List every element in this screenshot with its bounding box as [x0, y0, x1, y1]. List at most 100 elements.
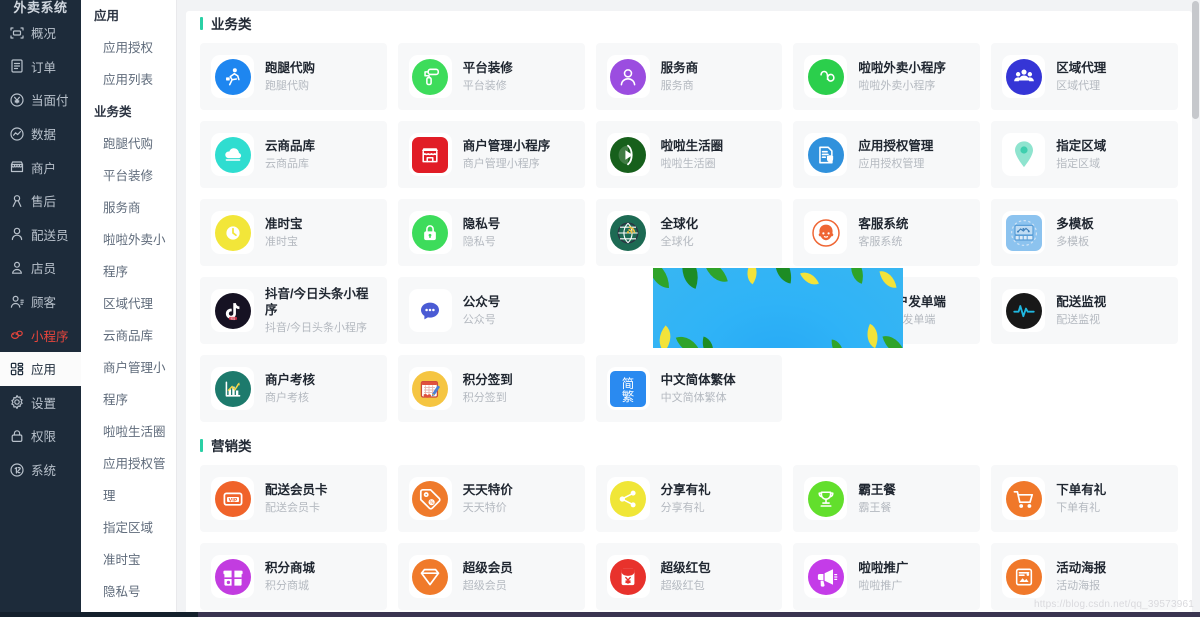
app-card[interactable]: 超级会员 超级会员 [397, 543, 585, 610]
banner-leaf-decoration [861, 323, 884, 348]
app-card-text: 应用授权管理 应用授权管理 [858, 138, 933, 171]
app-card-title: 平台装修 [462, 61, 513, 75]
app-card-title: 天天特价 [462, 483, 513, 497]
app-card-text: 超级会员 超级会员 [463, 560, 513, 593]
app-card[interactable]: 客服系统 客服系统 [793, 199, 981, 266]
secondary-nav-item[interactable]: 应用授权管理 [81, 448, 176, 512]
app-card[interactable]: VIP 配送会员卡 配送会员卡 [200, 465, 387, 532]
discount-tag-icon: % [412, 480, 449, 517]
app-card-subtitle: 云商品库 [265, 158, 309, 170]
app-card[interactable]: 啦啦外卖小程序 啦啦外卖小程序 [793, 43, 981, 110]
app-card-subtitle: 超级会员 [462, 580, 507, 592]
banner-leaf-decoration [704, 268, 728, 286]
secondary-nav-item[interactable]: 云商品库 [81, 320, 176, 352]
app-card-title: 霸王餐 [858, 483, 896, 497]
app-card[interactable]: 商户管理小程序 商户管理小程序 [397, 121, 585, 188]
app-card-subtitle: 隐私号 [462, 236, 496, 248]
app-card[interactable]: 啦啦生活圈 啦啦生活圈 [595, 121, 783, 188]
secondary-nav-item[interactable]: 指定区域 [81, 512, 176, 544]
nav-item-7[interactable]: 店员 [0, 251, 81, 285]
app-card[interactable]: 抖音 抖音/今日头条小程序 抖音/今日头条小程序 [200, 277, 387, 344]
app-card-subtitle: 下单有礼 [1056, 502, 1101, 514]
app-card[interactable]: 积分商城 积分商城 [200, 543, 387, 610]
app-card[interactable]: 超级红包 超级红包 [595, 543, 783, 610]
app-card-subtitle: 配送监视 [1056, 314, 1101, 326]
doc-shield-icon [807, 136, 844, 173]
paint-roller-icon [412, 58, 449, 95]
secondary-nav-item[interactable]: 区域代理 [81, 288, 176, 320]
app-card-text: 霸王餐 霸王餐 [858, 482, 896, 515]
app-card-icon-wrap [408, 211, 452, 254]
secondary-nav-item[interactable]: 啦啦外卖小程序 [81, 224, 176, 288]
banner-leaf-decoration [800, 268, 819, 289]
app-card[interactable]: 下单有礼 下单有礼 [991, 465, 1178, 532]
app-card-icon-wrap [1002, 211, 1046, 254]
padlock-icon [412, 214, 449, 251]
secondary-nav-item[interactable]: 应用授权 [81, 32, 176, 64]
nav-item-10[interactable]: 应用 [0, 351, 81, 386]
app-card-text: 客服系统 客服系统 [858, 216, 908, 249]
app-card[interactable]: 跑腿代购 跑腿代购 [200, 43, 387, 110]
nav-item-9[interactable]: 小程序 [0, 318, 81, 352]
nav-item-3[interactable]: 数据 [0, 117, 81, 151]
secondary-nav-item[interactable]: 啦啦生活圈 [81, 416, 176, 448]
secondary-nav-item[interactable]: 商户管理小程序 [81, 352, 176, 416]
app-card-title: 配送会员卡 [265, 483, 328, 497]
aftersale-icon [9, 193, 25, 209]
nav-item-2[interactable]: 当面付 [0, 83, 81, 117]
nav-item-12[interactable]: 权限 [0, 419, 81, 453]
app-card[interactable]: 多模板 多模板 [991, 199, 1178, 266]
app-card[interactable]: 分享有礼 分享有礼 [595, 465, 783, 532]
app-card-text: 商户管理小程序 商户管理小程序 [463, 138, 551, 171]
app-card[interactable]: 简繁中文简体繁体 中文简体繁体 [595, 355, 783, 422]
nav-item-11[interactable]: 设置 [0, 386, 81, 420]
secondary-nav-item[interactable]: 服务商 [81, 192, 176, 224]
app-card[interactable]: 平台装修 平台装修 [397, 43, 585, 110]
banner-leaf-decoration [675, 331, 701, 348]
nav-item-0[interactable]: 概况 [0, 16, 81, 50]
app-card-text: 天天特价 天天特价 [463, 482, 513, 515]
app-card[interactable]: 应用授权管理 应用授权管理 [793, 121, 981, 188]
app-card[interactable]: 指定区域 指定区域 [991, 121, 1178, 188]
app-card-text: 啦啦推广 啦啦推广 [858, 560, 908, 593]
secondary-nav-item[interactable]: 平台装修 [81, 160, 176, 192]
app-card[interactable]: 配送监视 配送监视 [991, 277, 1178, 344]
secondary-sidebar[interactable]: 应用 应用授权 应用列表 业务类 跑腿代购 平台装修 服务商 啦啦外卖小程序 区域代理 云商品库商… [81, 0, 177, 617]
nav-item-8[interactable]: 顾客 [0, 285, 81, 319]
app-card[interactable]: 服务商 服务商 [595, 43, 783, 110]
app-card[interactable]: % 天天特价 天天特价 [397, 465, 585, 532]
nav-item-4[interactable]: 商户 [0, 150, 81, 184]
nav-item-1[interactable]: 订单 [0, 50, 81, 84]
secondary-nav-item[interactable]: 准时宝 [81, 544, 176, 576]
pulse-icon [1005, 292, 1042, 329]
main-scroll-thumb[interactable] [1192, 1, 1199, 119]
secondary-nav-item[interactable]: 隐私号 [81, 576, 176, 608]
megaphone-icon [807, 558, 844, 595]
app-card-title: 下单有礼 [1056, 483, 1107, 497]
app-card[interactable]: 公众号 公众号 [397, 277, 585, 344]
app-card-grid: 跑腿代购 跑腿代购 平台装修 平台装修 服务商 服务商 啦啦外卖小程序 啦啦外卖小程序 区域代理… [200, 43, 1178, 422]
gift-box-icon [214, 558, 251, 595]
nav-item-6[interactable]: 配送员 [0, 218, 81, 252]
secondary-nav-item[interactable]: 应用列表 [81, 64, 176, 96]
staff-icon [9, 260, 25, 276]
app-card-icon-wrap [804, 477, 848, 520]
secondary-nav-item[interactable]: 跑腿代购 [81, 128, 176, 160]
app-card-title: 积分签到 [462, 373, 513, 387]
app-card[interactable]: 商户考核 商户考核 [200, 355, 387, 422]
nav-item-5[interactable]: 售后 [0, 184, 81, 218]
app-card[interactable]: 啦啦推广 啦啦推广 [793, 543, 981, 610]
app-card[interactable]: 云商品库 云商品库 [200, 121, 387, 188]
app-card[interactable]: 准时宝 准时宝 [200, 199, 387, 266]
nav-item-13[interactable]: 系统 [0, 453, 81, 487]
app-card[interactable]: 区域代理 区域代理 [991, 43, 1178, 110]
app-card[interactable]: 积分签到 积分签到 [397, 355, 585, 422]
app-card-title: 公众号 [462, 295, 501, 309]
app-card-text: 服务商 服务商 [661, 60, 699, 93]
app-card[interactable]: 隐私号 隐私号 [397, 199, 585, 266]
runner-icon [214, 58, 251, 95]
app-card[interactable]: 全球化 全球化 [595, 199, 783, 266]
app-card-icon-wrap [1002, 133, 1046, 176]
app-card[interactable]: 霸王餐 霸王餐 [793, 465, 981, 532]
app-card-title: 全球化 [660, 217, 699, 231]
